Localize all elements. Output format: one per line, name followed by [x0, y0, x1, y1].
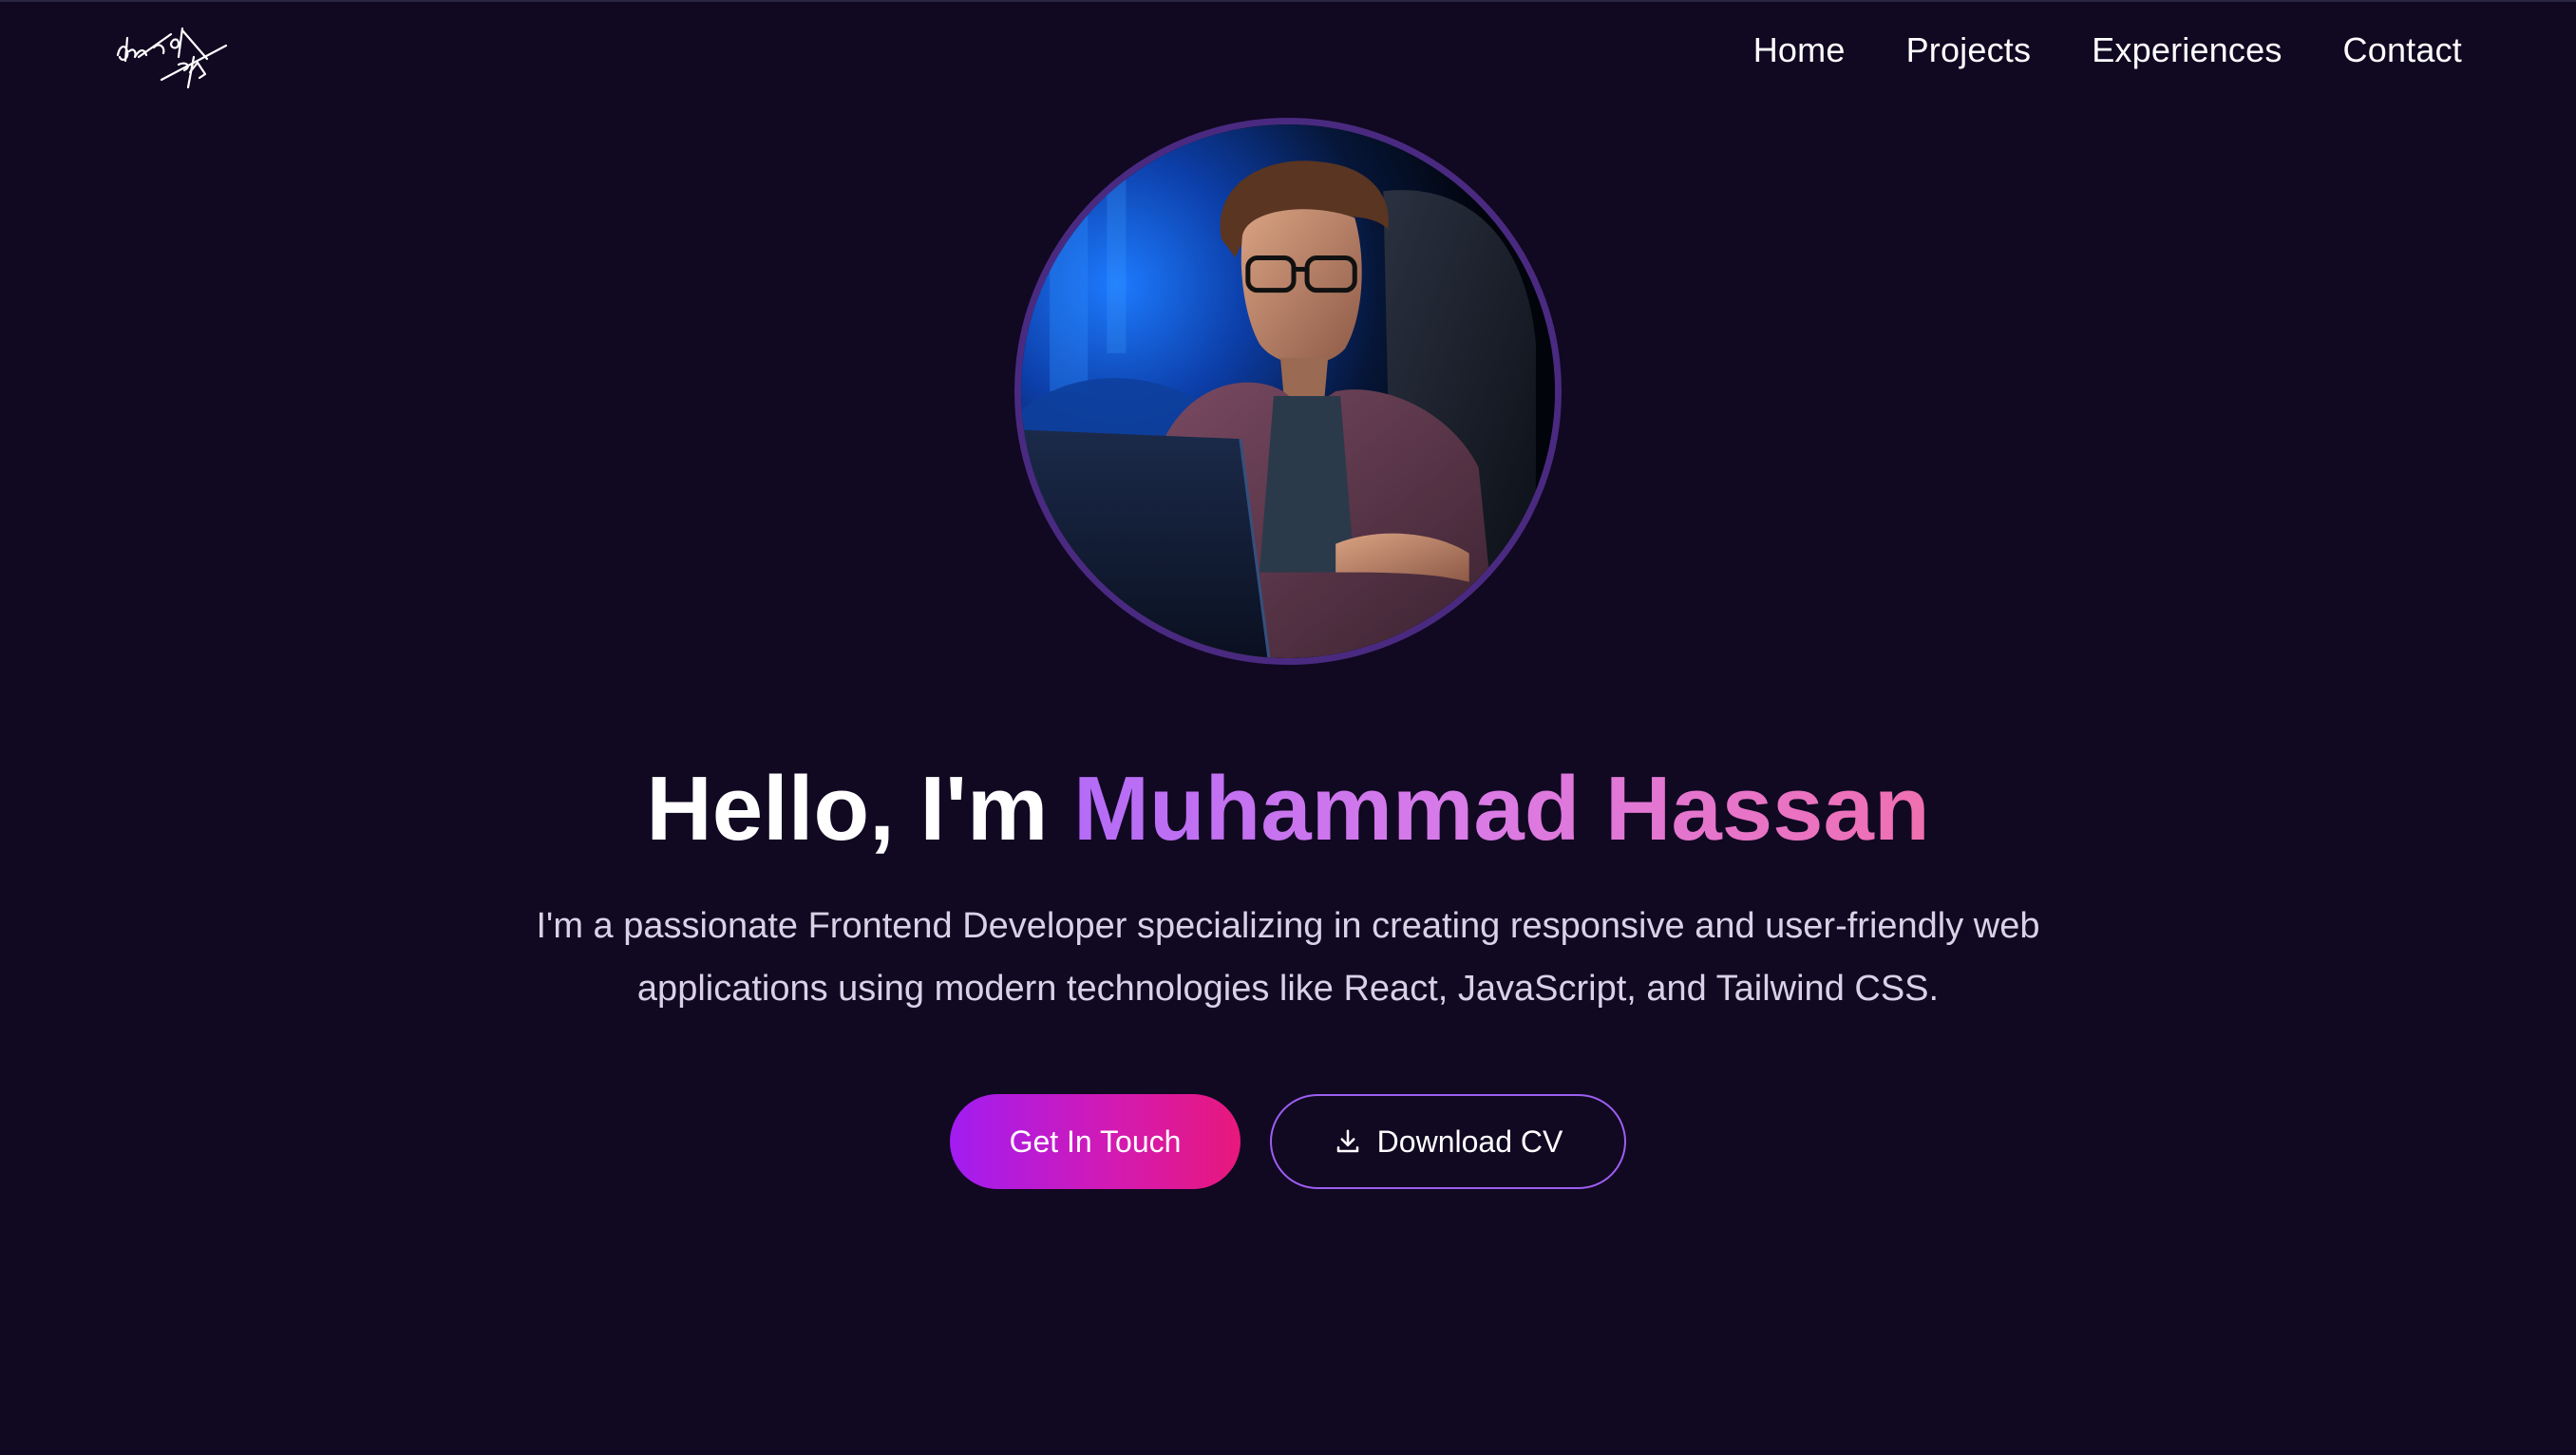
page: Home Projects Experiences Contact Hello,… [0, 0, 2576, 1455]
nav-experiences-link[interactable]: Experiences [2092, 30, 2282, 70]
main-nav: Home Projects Experiences Contact [1753, 30, 2462, 70]
get-in-touch-button[interactable]: Get In Touch [950, 1094, 1241, 1189]
profile-avatar [1014, 118, 1562, 665]
signature-logo[interactable] [112, 19, 255, 95]
nav-projects-link[interactable]: Projects [1906, 30, 2032, 70]
nav-contact-link[interactable]: Contact [2343, 30, 2462, 70]
avatar-portrait-image [1021, 124, 1555, 658]
download-icon [1334, 1127, 1362, 1156]
download-cv-button[interactable]: Download CV [1270, 1094, 1626, 1189]
hero-greeting: Hello, I'm [646, 758, 1073, 860]
download-cv-label: Download CV [1376, 1124, 1563, 1159]
nav-home-link[interactable]: Home [1753, 30, 1846, 70]
hero-name: Muhammad Hassan [1072, 758, 1930, 860]
hero-heading: Hello, I'm Muhammad Hassan [0, 752, 2576, 866]
hero-description: I'm a passionate Frontend Developer spec… [536, 906, 2040, 1009]
